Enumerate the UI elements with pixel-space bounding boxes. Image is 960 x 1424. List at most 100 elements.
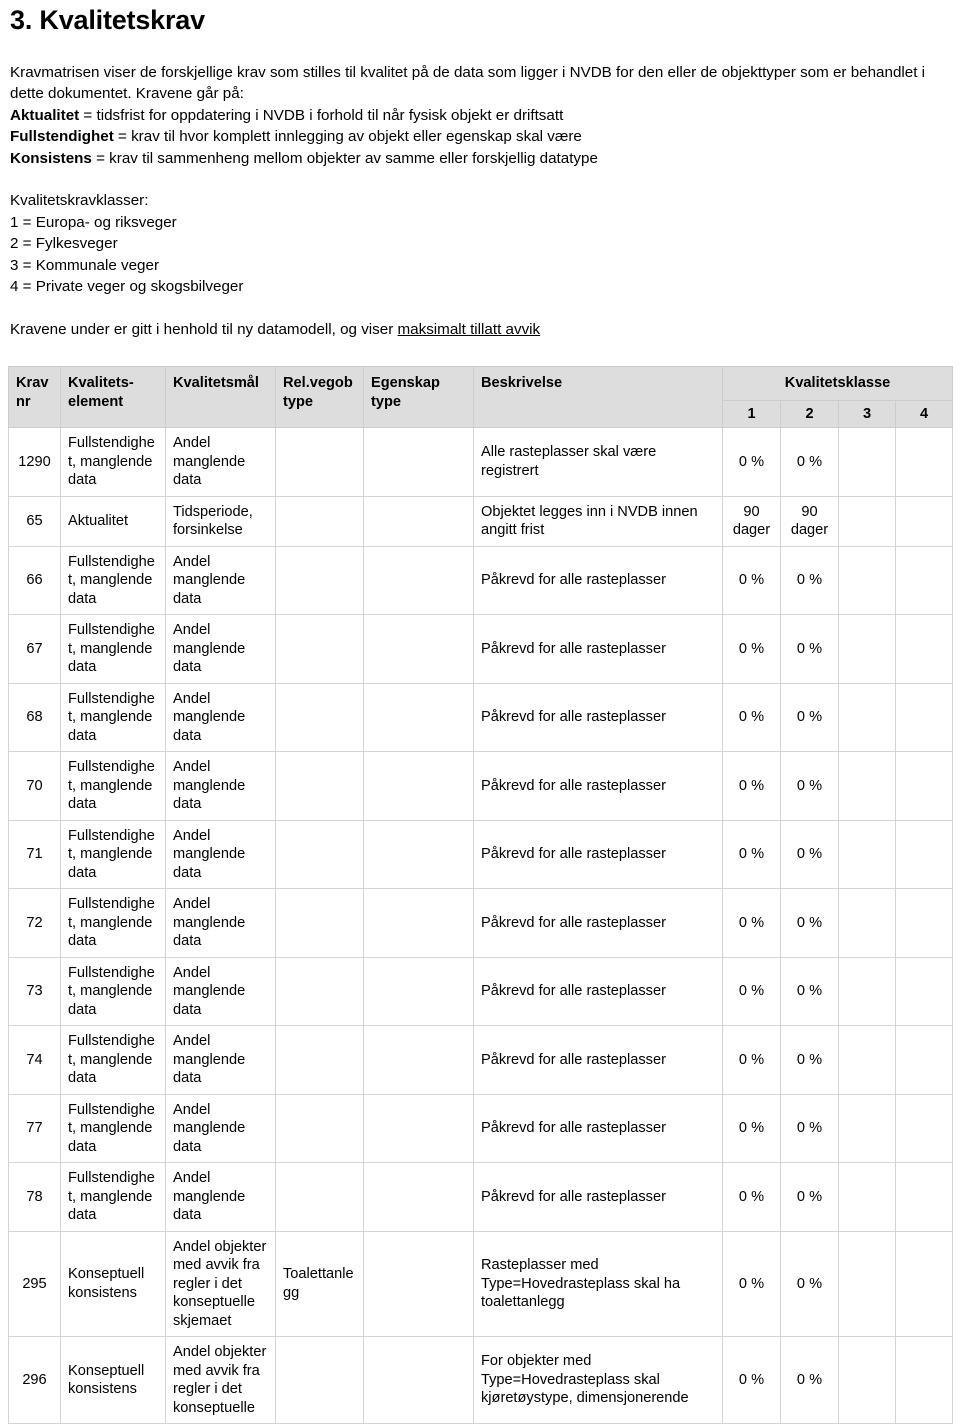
- cell-kvalitetsklasse-3: [838, 1336, 896, 1424]
- kravklasse-item-4: 4 = Private veger og skogsbilveger: [10, 278, 244, 296]
- cell-rel-vegob-type: [275, 495, 364, 547]
- cell-egenskap-type: [363, 1093, 474, 1164]
- cell-krav-nr: 72: [8, 888, 61, 958]
- cell-egenskap-type: [363, 956, 474, 1027]
- cell-rel-vegob-type: [275, 545, 364, 616]
- cell-kvalitetselement: Fullstendighet, manglende data: [60, 819, 166, 890]
- column-header-krav-nr-line2: nr: [16, 393, 31, 410]
- cell-kvalitetselement: Fullstendighet, manglende data: [60, 682, 166, 753]
- cell-egenskap-type: [363, 545, 474, 616]
- column-header-klasse-1: 1: [722, 399, 781, 429]
- cell-krav-nr: 1290: [8, 427, 61, 497]
- cell-beskrivelse: Påkrevd for alle rasteplasser: [473, 751, 723, 821]
- cell-kvalitetsklasse-4: [894, 545, 954, 616]
- cell-kvalitetsklasse-4: [894, 1230, 954, 1338]
- page-title: 3. Kvalitetskrav: [10, 5, 205, 35]
- cell-rel-vegob-type: [275, 427, 364, 497]
- cell-kvalitetsklasse-1: 0 %: [722, 1093, 781, 1164]
- cell-beskrivelse: Påkrevd for alle rasteplasser: [473, 819, 723, 890]
- cell-kvalitetsklasse-4: [894, 751, 954, 821]
- cell-rel-vegob-type: [275, 682, 364, 753]
- cell-egenskap-type: [363, 682, 474, 753]
- cell-kvalitetsklasse-1: 0 %: [722, 956, 781, 1027]
- intro-footnote-prefix: Kravene under er gitt i henhold til ny d…: [10, 320, 398, 338]
- definition-text-aktualitet: = tidsfrist for oppdatering i NVDB i for…: [79, 106, 564, 124]
- cell-rel-vegob-type: Toalettanlegg: [275, 1230, 364, 1338]
- cell-kvalitetsklasse-1: 0 %: [722, 545, 781, 616]
- cell-kvalitetsklasse-1: 0 %: [722, 1162, 781, 1232]
- cell-beskrivelse: Påkrevd for alle rasteplasser: [473, 614, 723, 684]
- column-header-beskrivelse: Beskrivelse: [473, 366, 723, 429]
- intro-spacer-2: [10, 298, 952, 319]
- column-header-egenskap-line2: type: [371, 393, 402, 410]
- cell-kvalitetsklasse-4: [894, 819, 954, 890]
- definition-text-konsistens: = krav til sammenheng mellom objekter av…: [91, 149, 598, 167]
- table-header-row-1: Krav nr Kvalitets- element Kvalitetsmål …: [8, 366, 954, 429]
- document-page: 3. Kvalitetskrav Kravmatrisen viser de f…: [0, 5, 960, 1424]
- cell-kvalitetsklasse-2: 0 %: [780, 819, 839, 890]
- cell-kvalitetselement: Konseptuell konsistens: [60, 1336, 166, 1424]
- intro-section: Kravmatrisen viser de forskjellige krav …: [10, 62, 952, 341]
- cell-kvalitetsklasse-3: [838, 956, 896, 1027]
- intro-spacer-1: [10, 169, 952, 190]
- cell-kvalitetsklasse-2: 0 %: [780, 1336, 839, 1424]
- cell-kvalitetsklasse-4: [894, 1336, 954, 1424]
- cell-kvalitetsklasse-2: 90 dager: [780, 495, 839, 547]
- cell-egenskap-type: [363, 1230, 474, 1338]
- cell-krav-nr: 73: [8, 956, 61, 1027]
- kravklasse-item-2: 2 = Fylkesveger: [10, 235, 118, 253]
- column-header-klasse-4: 4: [894, 399, 954, 429]
- cell-kvalitetsklasse-3: [838, 1025, 896, 1095]
- cell-beskrivelse: Påkrevd for alle rasteplasser: [473, 545, 723, 616]
- cell-egenskap-type: [363, 1336, 474, 1424]
- cell-krav-nr: 66: [8, 545, 61, 616]
- cell-kvalitetsklasse-3: [838, 495, 896, 547]
- cell-kvalitetsmaal: Andel manglende data: [165, 751, 276, 821]
- cell-kvalitetsmaal: Andel manglende data: [165, 1162, 276, 1232]
- cell-beskrivelse: Objektet legges inn i NVDB innen angitt …: [473, 495, 723, 547]
- column-header-rel-vegob-line2: type: [283, 393, 314, 410]
- table-row: 78 Fullstendighet, manglende data Andel ma…: [8, 1162, 954, 1232]
- cell-krav-nr: 295: [8, 1230, 61, 1338]
- cell-krav-nr: 77: [8, 1093, 61, 1164]
- cell-kvalitetsmaal: Andel manglende data: [165, 956, 276, 1027]
- column-header-kvalitetselement-line2: element: [68, 393, 124, 410]
- cell-kvalitetsklasse-1: 0 %: [722, 614, 781, 684]
- table-row: 66 Fullstendighet, manglende data Andel ma…: [8, 545, 954, 616]
- cell-kvalitetsklasse-2: 0 %: [780, 751, 839, 821]
- cell-rel-vegob-type: [275, 1162, 364, 1232]
- cell-kvalitetselement: Aktualitet: [60, 495, 166, 547]
- cell-kvalitetsklasse-1: 0 %: [722, 751, 781, 821]
- kvalitetskrav-table: Krav nr Kvalitets- element Kvalitetsmål …: [8, 366, 954, 1424]
- cell-kvalitetsmaal: Andel manglende data: [165, 427, 276, 497]
- cell-krav-nr: 65: [8, 495, 61, 547]
- cell-kvalitetsklasse-4: [894, 614, 954, 684]
- table-row: 68 Fullstendighet, manglende data Andel ma…: [8, 682, 954, 753]
- table-row: 296 Konseptuell konsistens Andel objekter …: [8, 1336, 954, 1424]
- table-body: 1290 Fullstendighet, manglende data Andel …: [8, 427, 954, 1424]
- column-header-kvalitetselement: Kvalitets- element: [60, 366, 166, 429]
- column-header-egenskap-type: Egenskap type: [363, 366, 474, 429]
- cell-egenskap-type: [363, 751, 474, 821]
- table-row: 74 Fullstendighet, manglende data Andel ma…: [8, 1025, 954, 1095]
- definition-konsistens: Konsistens = krav til sammenheng mellom …: [10, 148, 952, 170]
- kravklasse-item-1: 1 = Europa- og riksveger: [10, 213, 177, 231]
- table-row: 70 Fullstendighet, manglende data Andel ma…: [8, 751, 954, 821]
- cell-kvalitetsklasse-2: 0 %: [780, 1025, 839, 1095]
- cell-krav-nr: 296: [8, 1336, 61, 1424]
- cell-kvalitetsklasse-1: 90 dager: [722, 495, 781, 547]
- cell-kvalitetsklasse-4: [894, 682, 954, 753]
- cell-beskrivelse: Påkrevd for alle rasteplasser: [473, 888, 723, 958]
- cell-kvalitetsklasse-3: [838, 545, 896, 616]
- cell-beskrivelse: Alle rasteplasser skal være registrert: [473, 427, 723, 497]
- definition-term-aktualitet: Aktualitet: [10, 106, 80, 124]
- cell-kvalitetsmaal: Andel manglende data: [165, 1093, 276, 1164]
- kravklasser-heading: Kvalitetskravklasser:: [10, 192, 149, 210]
- column-header-krav-nr: Krav nr: [8, 366, 61, 429]
- definition-text-fullstendighet: = krav til hvor komplett innlegging av o…: [113, 128, 582, 146]
- cell-rel-vegob-type: [275, 888, 364, 958]
- cell-rel-vegob-type: [275, 1336, 364, 1424]
- intro-footnote: Kravene under er gitt i henhold til ny d…: [10, 319, 952, 341]
- cell-kvalitetsklasse-4: [894, 1093, 954, 1164]
- column-header-kvalitetsklasse: Kvalitetsklasse: [721, 366, 954, 401]
